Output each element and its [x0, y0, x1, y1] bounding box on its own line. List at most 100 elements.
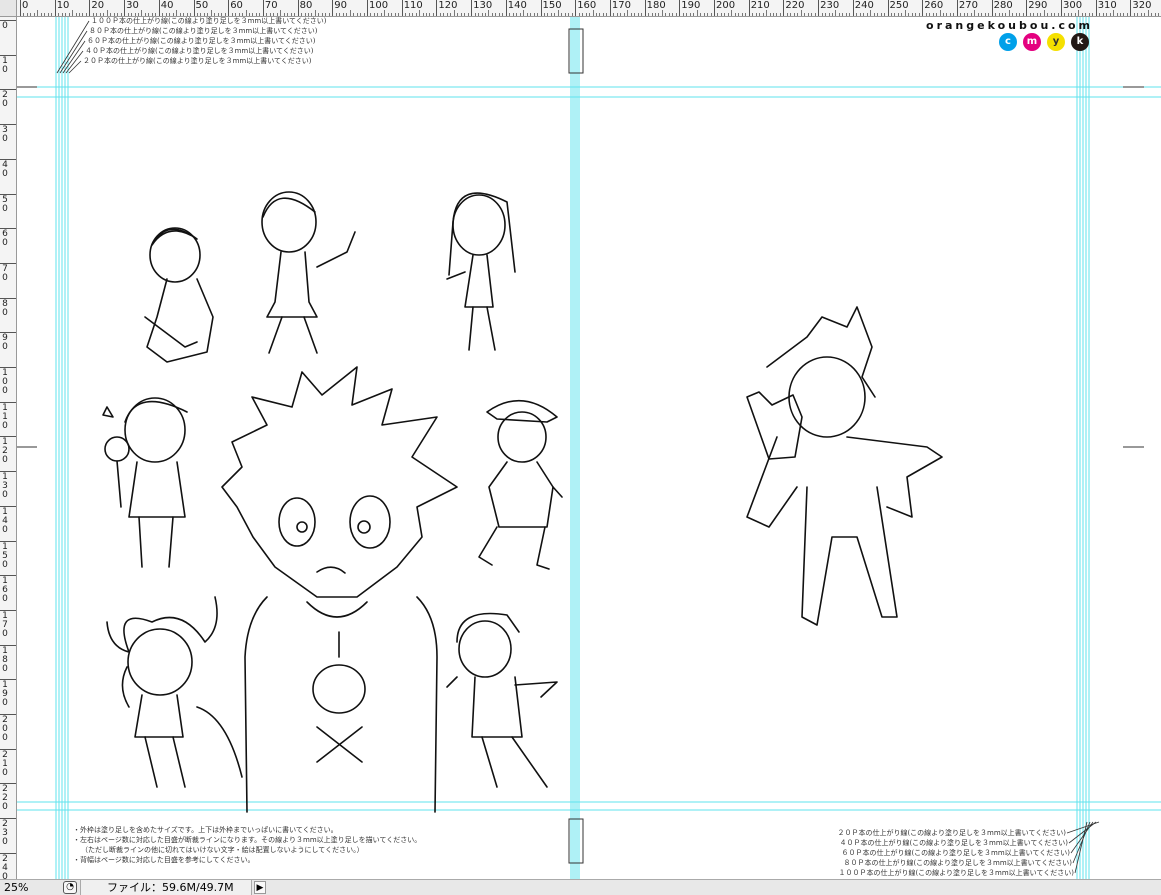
ruler-top-label: 270 [958, 0, 978, 11]
document-canvas[interactable]: １００Ｐ本の仕上がり線(この線より塗り足しを３mm以上書いてください) ８０Ｐ本の… [17, 17, 1161, 879]
ruler-top-label: 60 [230, 0, 243, 11]
ruler-left-label: 50 [2, 194, 8, 214]
instruction-line: ・外枠は塗り足しを含めたサイズです。上下は外枠までいっぱいに書いてください。 [73, 826, 338, 834]
ruler-tick [922, 0, 924, 16]
ruler-left-label: 180 [2, 645, 8, 674]
ruler-tick [644, 0, 646, 16]
ruler-tick [1095, 0, 1097, 16]
file-size-info[interactable]: ファイル：59.6M/49.7M [80, 880, 252, 895]
ruler-top-label: 320 [1132, 0, 1152, 11]
triangle-right-icon[interactable]: ▶ [254, 881, 266, 894]
ruler-minor-tick [1008, 10, 1010, 16]
ruler-minor-tick [349, 10, 351, 16]
chibi-drawing-9 [746, 306, 943, 626]
ruler-origin[interactable] [0, 0, 17, 17]
ruler-minor-tick [766, 10, 768, 16]
ruler-minor-tick [1043, 10, 1045, 16]
ruler-left-label: 10 [2, 55, 8, 75]
instruction-line: （ただし断裁ラインの他に切れてはいけない文字・絵は配置しないようにしてください。… [81, 846, 364, 854]
trim-note-label: １００Ｐ本の仕上がり線(この線より塗り足しを３mm以上書いてください) [91, 17, 327, 25]
ruler-minor-tick [141, 10, 143, 16]
ruler-left-label: 150 [2, 541, 8, 570]
ruler-left-label: 190 [2, 680, 8, 709]
cmyk-c-icon: c [999, 33, 1017, 51]
ruler-top-label: 180 [646, 0, 666, 11]
ruler-minor-tick [314, 10, 316, 16]
ruler-left-label: 170 [2, 610, 8, 639]
ruler-left-label: 220 [2, 784, 8, 813]
ruler-top-label: 110 [403, 0, 423, 11]
ruler-top-label: 10 [56, 0, 70, 11]
ruler-minor-tick [453, 10, 455, 16]
ruler-top-label: 30 [126, 0, 139, 11]
ruler-top-label: 260 [924, 0, 944, 11]
ruler-left-label: 90 [2, 333, 8, 353]
ruler-minor-tick [176, 10, 178, 16]
ruler-minor-tick [696, 10, 698, 16]
ruler-top-label: 40 [160, 0, 174, 11]
ruler-top-label: 240 [854, 0, 874, 11]
ruler-minor-tick [210, 10, 212, 16]
ruler-tick [956, 0, 958, 16]
ruler-left-label: 160 [2, 576, 8, 605]
ruler-tick [1130, 0, 1132, 16]
trim-note-label: ４０Ｐ本の仕上がり線(この線より塗り足しを３mm以上書いてください) [85, 47, 314, 55]
cmyk-k-icon: k [1071, 33, 1089, 51]
document-status-icon[interactable]: ◔ [63, 881, 77, 894]
trim-note-label: ６０Ｐ本の仕上がり線(この線より塗り足しを３mm以上書いてください) [87, 37, 316, 45]
cmyk-y-icon: y [1047, 33, 1065, 51]
ruler-minor-tick [1147, 10, 1149, 16]
ruler-tick [1026, 0, 1028, 16]
trim-note-label: ６０Ｐ本の仕上がり線(この線より塗り足しを３mm以上書いてください) [841, 849, 1070, 857]
ruler-top-label: 140 [507, 0, 527, 11]
ruler-minor-tick [731, 10, 733, 16]
ruler-top-label: 280 [993, 0, 1013, 11]
ruler-left-label: 200 [2, 715, 8, 743]
ruler-tick [852, 0, 854, 16]
ruler-top-label: 170 [611, 0, 631, 11]
chibi-drawing-8 [446, 612, 558, 788]
ruler-left-label: 60 [2, 229, 8, 249]
ruler-top-label: 20 [91, 0, 105, 11]
brand-logo-text: orangekoubou.com [926, 19, 1093, 32]
instruction-line: ・背幅はページ数に対応した目盛を参考にしてください。 [73, 856, 255, 864]
ruler-tick [505, 0, 507, 16]
ruler-tick [158, 0, 160, 16]
ruler-tick [575, 0, 577, 16]
ruler-minor-tick [384, 10, 386, 16]
ruler-left-label: 120 [2, 437, 8, 466]
vertical-ruler[interactable]: 0 10 20 30 40 50 60 70 80 90 100 110 120 130 140 150 160… [0, 17, 17, 879]
ruler-tick [262, 0, 264, 16]
zoom-level-field[interactable]: 25% [4, 881, 54, 895]
ruler-tick [228, 0, 230, 16]
ruler-tick [471, 0, 473, 16]
chibi-drawing-3 [446, 192, 516, 351]
trim-note-label: ８０Ｐ本の仕上がり線(この線より塗り足しを３mm以上書いてください) [89, 27, 318, 35]
ruler-tick [54, 0, 56, 16]
ruler-minor-tick [904, 10, 906, 16]
horizontal-ruler[interactable]: 0 10 20 30 40 50 60 70 80 90 100 110 120 130 140 150 160… [17, 0, 1161, 17]
ruler-minor-tick [627, 10, 629, 16]
ruler-left-label: 210 [2, 749, 8, 778]
ruler-top-label: 50 [195, 0, 209, 11]
ruler-minor-tick [1078, 10, 1080, 16]
ruler-tick [818, 0, 820, 16]
ruler-top-label: 300 [1063, 0, 1083, 11]
chibi-drawing-5 [221, 366, 458, 813]
ruler-tick [748, 0, 750, 16]
trim-note-label: ２０Ｐ本の仕上がり線(この線より塗り足しを３mm以上書いてください) [837, 829, 1066, 837]
ruler-minor-tick [280, 10, 282, 16]
trim-note-label: ８０Ｐ本の仕上がり線(この線より塗り足しを３mm以上書いてください) [843, 859, 1072, 867]
ruler-minor-tick [245, 10, 247, 16]
ruler-top-label: 80 [299, 0, 313, 11]
ruler-left-label: 100 [2, 368, 8, 396]
ruler-tick [297, 0, 299, 16]
instruction-line: ・左右はページ数に対応した目盛が断裁ラインになります。その線より３mm以上塗り足… [73, 836, 422, 844]
ruler-top-label: 310 [1097, 0, 1117, 11]
ruler-left-label: 230 [2, 819, 8, 848]
ruler-left-label: 240 [2, 853, 8, 879]
image-editor-window: 0 10 20 30 40 50 60 70 80 90 100 110 120 130 140 150 160… [0, 0, 1161, 895]
ruler-tick [609, 0, 611, 16]
cmyk-m-icon: m [1023, 33, 1041, 51]
ruler-left-label: 30 [2, 125, 8, 145]
